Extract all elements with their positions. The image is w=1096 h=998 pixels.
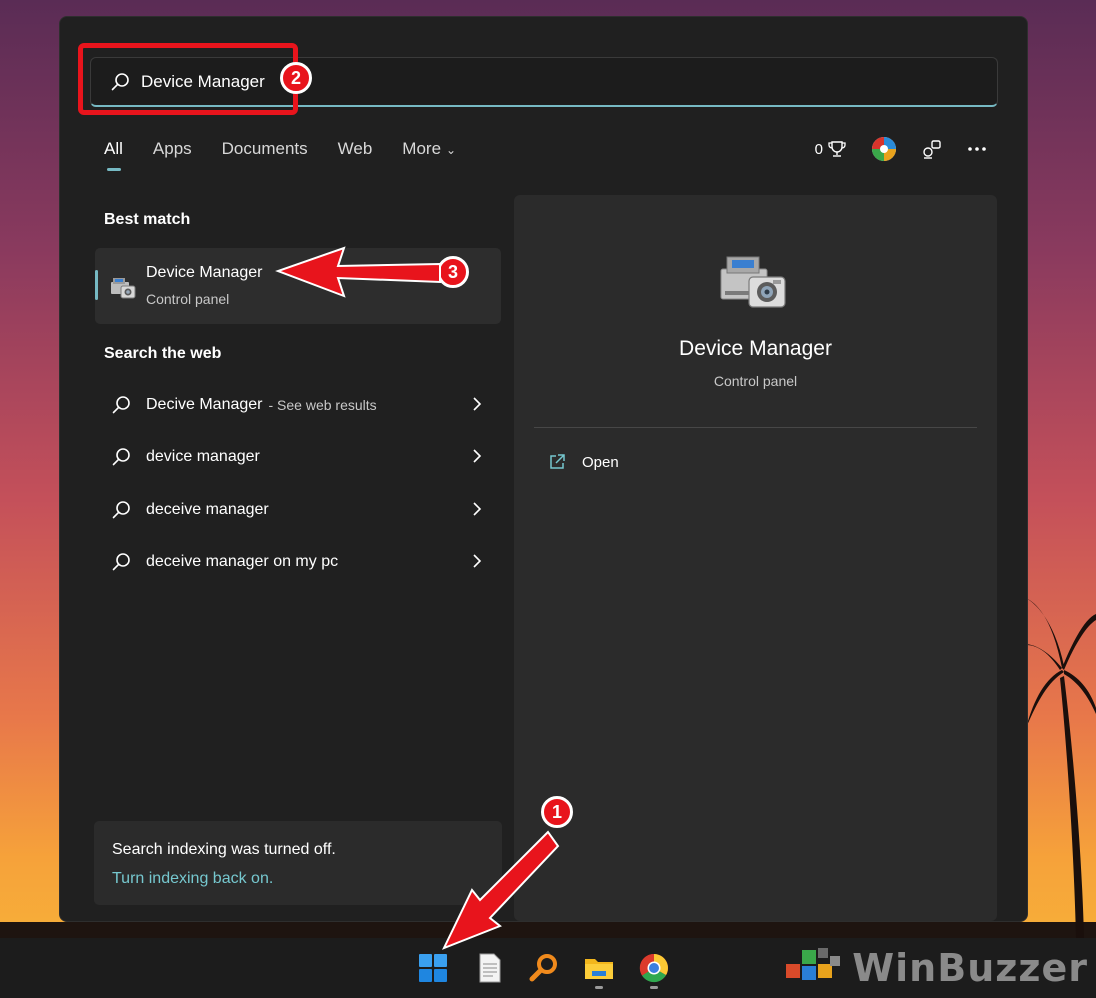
account-avatar[interactable] (871, 135, 897, 163)
desktop-horizon (0, 922, 1096, 938)
search-icon (112, 501, 130, 519)
rewards-points[interactable]: 0 (815, 135, 847, 163)
selection-indicator (95, 270, 98, 300)
tab-web[interactable]: Web (338, 139, 373, 169)
search-icon (112, 448, 130, 466)
tab-all[interactable]: All (104, 139, 123, 171)
search-icon (112, 396, 130, 414)
winbuzzer-logo-icon (786, 948, 841, 980)
indexing-notice: Search indexing was turned off. Turn ind… (94, 821, 502, 905)
best-match-title: Best match (104, 211, 191, 228)
device-manager-icon (111, 278, 136, 299)
chevron-right-icon (473, 502, 482, 516)
search-box-highlight (78, 43, 298, 115)
header-actions: 0 (815, 135, 987, 163)
tab-more[interactable]: More ⌄ (402, 139, 456, 169)
chevron-right-icon (473, 449, 482, 463)
more-options-button[interactable] (967, 135, 987, 163)
step-badge-2: 2 (280, 62, 312, 94)
best-match-name: Device Manager (146, 264, 263, 281)
palm-tree-silhouette (1016, 598, 1096, 938)
taskbar: WinBuzzer (0, 938, 1096, 998)
web-result-item[interactable]: deceive manager (102, 490, 492, 530)
points-count: 0 (814, 140, 823, 158)
chevron-right-icon (473, 554, 482, 568)
windows-start-icon[interactable] (417, 952, 449, 984)
preview-pane: Device Manager Control panel Open (514, 195, 997, 921)
avatar-icon (872, 137, 896, 161)
chevron-down-icon: ⌄ (446, 143, 457, 157)
running-indicator (650, 986, 658, 989)
search-app-icon[interactable] (528, 952, 560, 984)
winbuzzer-watermark: WinBuzzer (784, 942, 1088, 994)
web-result-item[interactable]: Decive Manager - See web results (102, 385, 492, 425)
chevron-right-icon (473, 397, 482, 411)
share-icon (923, 140, 941, 159)
share-button[interactable] (921, 135, 943, 163)
web-result-label: device manager (146, 448, 260, 465)
open-action[interactable]: Open (548, 453, 619, 471)
chrome-icon[interactable] (638, 952, 670, 984)
web-result-hint: - See web results (268, 397, 377, 413)
web-result-item[interactable]: deceive manager on my pc (102, 542, 492, 582)
open-external-icon (550, 454, 565, 469)
file-explorer-icon[interactable] (583, 952, 615, 984)
search-icon (112, 553, 130, 571)
tab-apps[interactable]: Apps (153, 139, 192, 169)
turn-indexing-on-link[interactable]: Turn indexing back on. (112, 870, 273, 888)
trophy-icon (828, 141, 846, 157)
indexing-message: Search indexing was turned off. (112, 841, 336, 858)
step-badge-1: 1 (541, 796, 573, 828)
best-match-type: Control panel (146, 291, 230, 307)
step-badge-3: 3 (437, 256, 469, 288)
preview-subtitle: Control panel (713, 373, 798, 389)
web-result-item[interactable]: device manager (102, 437, 492, 477)
ellipsis-icon (968, 147, 986, 151)
open-label: Open (582, 453, 619, 471)
device-manager-icon (720, 256, 786, 308)
preview-title: Device Manager (679, 337, 832, 360)
web-result-label: Decive Manager (146, 396, 263, 413)
running-indicator (595, 986, 603, 989)
winbuzzer-text: WinBuzzer (852, 946, 1088, 990)
filter-tabs: All Apps Documents Web More ⌄ (104, 139, 456, 171)
search-panel: All Apps Documents Web More⌄ 0 (59, 16, 1028, 922)
web-result-label: deceive manager (146, 501, 269, 518)
search-web-title: Search the web (104, 345, 222, 362)
best-match-result[interactable]: Device Manager Control panel (95, 248, 501, 324)
tab-documents[interactable]: Documents (222, 139, 308, 169)
notepad-icon[interactable] (473, 952, 505, 984)
web-result-label: deceive manager on my pc (146, 553, 339, 570)
preview-divider (534, 427, 977, 428)
